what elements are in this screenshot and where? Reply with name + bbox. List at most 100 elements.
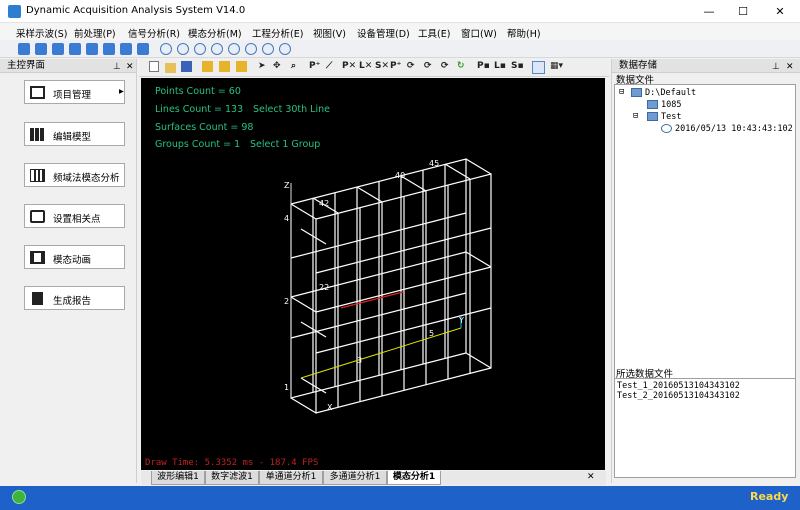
surface-select-button[interactable]: S▪ xyxy=(511,61,524,71)
app-icon xyxy=(8,5,21,18)
chart-toggle-icon[interactable] xyxy=(532,61,545,74)
node-label: 1 xyxy=(284,383,289,392)
selected-files-list[interactable]: Test_1_20160513104343102 Test_2_20160513… xyxy=(614,378,796,478)
arrow-up-icon[interactable] xyxy=(120,43,132,55)
menu-bar: 采样示波(S) 前处理(P) 信号分析(R) 模态分析(M) 工程分析(E) 视… xyxy=(0,23,800,40)
pin-icon[interactable]: ⊥ xyxy=(772,60,780,74)
minimize-button[interactable]: — xyxy=(694,0,724,23)
rotate-z-icon[interactable]: ⟳ xyxy=(441,61,449,71)
modal-animation-button[interactable]: 模态动画 xyxy=(24,245,125,269)
connection-status-icon xyxy=(12,490,26,504)
node-label: 2 xyxy=(284,297,289,306)
database-icon xyxy=(647,100,658,109)
menu-signal-analysis[interactable]: 信号分析(R) xyxy=(128,26,180,40)
delete-surface-button[interactable]: S✕ xyxy=(375,61,389,71)
refresh-icon[interactable]: ↻ xyxy=(457,61,465,71)
move-icon[interactable]: ✥ xyxy=(273,61,281,71)
save-icon[interactable] xyxy=(181,61,192,72)
layout-icon[interactable]: ▦▾ xyxy=(550,61,563,71)
add-point-button-2[interactable]: P⁺ xyxy=(390,61,401,71)
clock-icon xyxy=(661,124,672,133)
zoom-icon[interactable]: ⌕ xyxy=(291,61,296,71)
edit-model-button[interactable]: 编辑模型 xyxy=(24,122,125,146)
generate-report-button[interactable]: 生成报告 xyxy=(24,286,125,310)
maximize-button[interactable]: ☐ xyxy=(728,0,758,23)
first-icon[interactable] xyxy=(160,43,172,55)
cube-icon-3[interactable] xyxy=(236,61,247,72)
delete-line-button[interactable]: L✕ xyxy=(359,61,372,71)
pointer-icon[interactable]: ➤ xyxy=(258,61,266,71)
line-select-button[interactable]: L▪ xyxy=(494,61,506,71)
document-tabs: 波形编辑1 数字滤波1 单通道分析1 多通道分析1 模态分析1 ✕ xyxy=(141,471,606,485)
tab-single-channel-analysis[interactable]: 单通道分析1 xyxy=(259,471,323,485)
data-storage-panel: 数据存储 ⊥ ✕ 数据文件 ⊟ D:\Default 1085 ⊟ Test 2… xyxy=(611,59,800,483)
bar-chart-icon xyxy=(30,169,45,182)
next-icon[interactable] xyxy=(245,43,257,55)
tab-digital-filter[interactable]: 数字滤波1 xyxy=(205,471,259,485)
list-item[interactable]: Test_2_20160513104343102 xyxy=(617,391,740,401)
menu-tools[interactable]: 工具(E) xyxy=(418,26,450,40)
add-point-button[interactable]: P⁺ xyxy=(309,61,320,71)
tree-expander[interactable]: ⊟ xyxy=(633,111,638,121)
tree-item-test[interactable]: Test xyxy=(661,112,681,122)
arrow-up-left-icon-2[interactable] xyxy=(86,43,98,55)
menu-window[interactable]: 窗口(W) xyxy=(461,26,497,40)
report-icon xyxy=(32,292,43,305)
tabs-close-icon[interactable]: ✕ xyxy=(587,472,595,482)
close-icon[interactable]: ✕ xyxy=(786,60,794,74)
menu-preprocess[interactable]: 前处理(P) xyxy=(74,26,116,40)
arrow-down-icon[interactable] xyxy=(137,43,149,55)
database-icon xyxy=(647,112,658,121)
stop-icon[interactable] xyxy=(279,43,291,55)
delete-point-button[interactable]: P✕ xyxy=(342,61,356,71)
menu-modal-analysis[interactable]: 模态分析(M) xyxy=(188,26,242,40)
status-ready: Ready xyxy=(750,490,789,503)
rotate-y-icon[interactable]: ⟳ xyxy=(424,61,432,71)
cube-icon-2[interactable] xyxy=(219,61,230,72)
list-item[interactable]: Test_1_20160513104343102 xyxy=(617,381,740,391)
arrow-down-right-icon-2[interactable] xyxy=(103,43,115,55)
point-select-button[interactable]: P▪ xyxy=(477,61,490,71)
arrow-down-right-icon[interactable] xyxy=(69,43,81,55)
menu-device-management[interactable]: 设备管理(D) xyxy=(357,26,410,40)
rotate-x-icon[interactable]: ⟳ xyxy=(407,61,415,71)
menu-help[interactable]: 帮助(H) xyxy=(507,26,541,40)
project-management-button[interactable]: 项目管理 ▸ xyxy=(24,80,125,104)
panel-header: 主控界面 ⊥ ✕ xyxy=(0,59,136,73)
close-icon[interactable]: ✕ xyxy=(126,60,134,74)
pin-icon[interactable]: ⊥ xyxy=(113,60,121,74)
model-viewport[interactable]: Points Count = 60 Lines Count = 133 Sele… xyxy=(141,78,605,470)
tab-multi-channel-analysis[interactable]: 多通道分析1 xyxy=(323,471,387,485)
main-toolbar xyxy=(0,40,800,58)
menu-engineering-analysis[interactable]: 工程分析(E) xyxy=(252,26,303,40)
close-button[interactable]: ✕ xyxy=(765,0,795,23)
frequency-modal-analysis-button[interactable]: 频域法模态分析 xyxy=(24,163,125,187)
arrow-up-left-icon[interactable] xyxy=(52,43,64,55)
menu-view[interactable]: 视图(V) xyxy=(313,26,346,40)
node-label: 5 xyxy=(429,329,434,338)
rewind-icon[interactable] xyxy=(177,43,189,55)
node-label: 40 xyxy=(395,171,405,180)
axis-z-label: Z xyxy=(284,181,290,190)
tab-modal-analysis[interactable]: 模态分析1 xyxy=(387,471,441,485)
line-icon[interactable]: ⟋ xyxy=(326,61,332,71)
open-folder-icon[interactable] xyxy=(165,63,176,73)
set-related-points-button[interactable]: 设置相关点 xyxy=(24,204,125,228)
panel-title: 数据存储 xyxy=(619,60,658,71)
arrow-left-icon[interactable] xyxy=(18,43,30,55)
tree-item-default[interactable]: D:\Default xyxy=(645,88,696,98)
tree-item-1085[interactable]: 1085 xyxy=(661,100,681,110)
film-icon xyxy=(30,251,45,264)
new-file-icon[interactable] xyxy=(149,61,159,72)
tree-item-timestamp[interactable]: 2016/05/13 10:43:43:102 xyxy=(675,124,793,134)
prev-icon[interactable] xyxy=(194,43,206,55)
arrow-right-icon[interactable] xyxy=(35,43,47,55)
fast-forward-icon[interactable] xyxy=(262,43,274,55)
pause-icon[interactable] xyxy=(211,43,223,55)
draw-time: Draw Time: 5.3352 ms - 187.4 FPS xyxy=(145,458,319,468)
cube-icon[interactable] xyxy=(202,61,213,72)
play-icon[interactable] xyxy=(228,43,240,55)
menu-sampling[interactable]: 采样示波(S) xyxy=(16,26,67,40)
tree-expander[interactable]: ⊟ xyxy=(619,87,624,97)
tab-waveform-edit[interactable]: 波形编辑1 xyxy=(151,471,205,485)
